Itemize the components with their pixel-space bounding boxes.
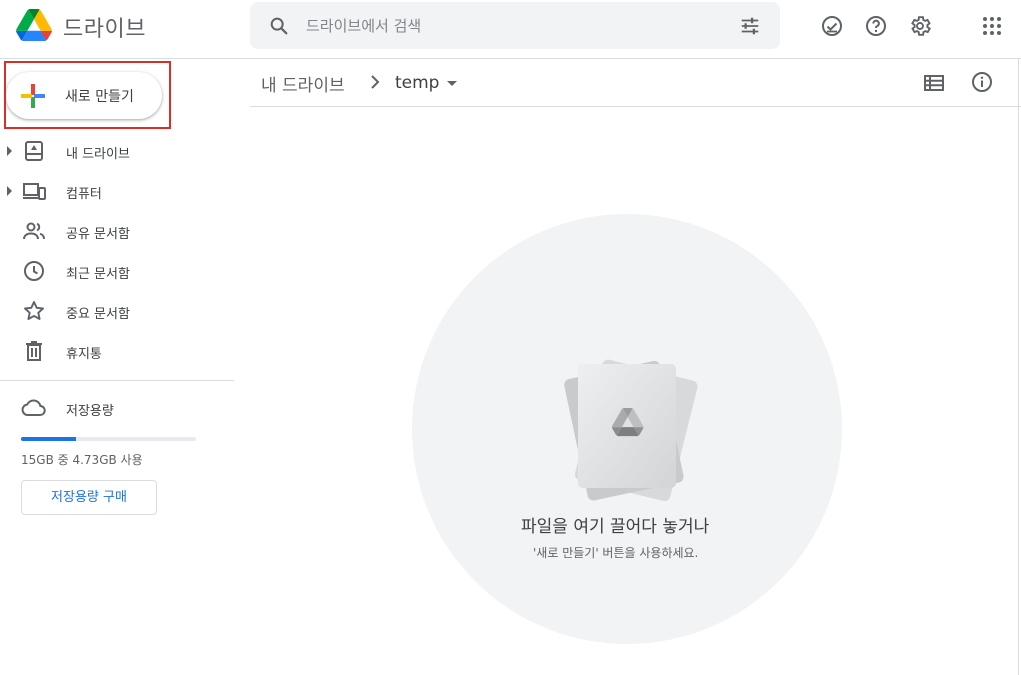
sidebar-divider bbox=[0, 380, 234, 381]
buy-storage-button[interactable]: 저장용량 구매 bbox=[21, 480, 157, 515]
sidebar-item-shared[interactable]: 공유 문서함 bbox=[0, 211, 234, 251]
sidebar-item-label: 중요 문서함 bbox=[66, 307, 130, 322]
list-view-icon[interactable] bbox=[922, 71, 946, 95]
breadcrumb-current[interactable]: temp bbox=[395, 73, 439, 93]
storage-progress-fill bbox=[21, 437, 77, 441]
plus-icon bbox=[21, 84, 45, 108]
tune-icon[interactable] bbox=[739, 15, 761, 37]
empty-state-title: 파일을 여기 끌어다 놓거나 bbox=[521, 517, 710, 537]
sidebar-item-trash[interactable]: 휴지통 bbox=[0, 331, 234, 371]
new-button[interactable]: 새로 만들기 bbox=[6, 72, 162, 119]
search-input[interactable] bbox=[306, 14, 706, 38]
apps-grid-icon[interactable] bbox=[980, 14, 1004, 38]
sidebar-item-label: 휴지통 bbox=[66, 347, 102, 362]
search-icon[interactable] bbox=[268, 15, 290, 37]
storage-usage-text: 15GB 중 4.73GB 사용 bbox=[21, 453, 143, 467]
sidebar-item-label: 내 드라이브 bbox=[66, 147, 130, 162]
offline-ready-icon[interactable] bbox=[820, 14, 844, 38]
sidebar-item-starred[interactable]: 중요 문서함 bbox=[0, 291, 234, 331]
storage-label: 저장용량 bbox=[66, 404, 114, 419]
drive-logo[interactable] bbox=[16, 9, 52, 41]
starred-icon bbox=[24, 301, 44, 320]
sidebar-nav: 내 드라이브 컴퓨터 공유 문서함 최근 문서함 중요 문서함 휴지통 bbox=[0, 131, 234, 371]
cloud-icon bbox=[21, 399, 46, 416]
info-icon[interactable] bbox=[970, 70, 994, 94]
new-button-label: 새로 만들기 bbox=[65, 89, 134, 105]
empty-state-subtitle: '새로 만들기' 버튼을 사용하세요. bbox=[533, 546, 699, 560]
sidebar-item-my-drive[interactable]: 내 드라이브 bbox=[0, 131, 234, 171]
chevron-right-icon bbox=[371, 75, 380, 89]
my-drive-icon bbox=[25, 141, 43, 161]
app-header: 드라이브 bbox=[0, 0, 1021, 59]
empty-folder-illustration bbox=[564, 359, 698, 502]
computers-icon bbox=[23, 183, 46, 200]
storage-progress-bar bbox=[21, 437, 196, 441]
app-title: 드라이브 bbox=[63, 17, 146, 42]
help-icon[interactable] bbox=[864, 14, 888, 38]
chevron-down-icon[interactable] bbox=[447, 81, 457, 86]
settings-icon[interactable] bbox=[908, 14, 932, 38]
trash-icon bbox=[26, 341, 42, 361]
right-panel-divider bbox=[1018, 59, 1019, 675]
recent-icon bbox=[24, 261, 44, 281]
sidebar-item-storage[interactable]: 저장용량 bbox=[0, 392, 234, 424]
sidebar-item-recent[interactable]: 최근 문서함 bbox=[0, 251, 234, 291]
expand-caret-icon[interactable] bbox=[7, 186, 12, 196]
expand-caret-icon[interactable] bbox=[7, 146, 12, 156]
main-toolbar: 내 드라이브 temp bbox=[250, 59, 1021, 107]
shared-icon bbox=[23, 222, 45, 240]
search-bar[interactable] bbox=[250, 2, 780, 49]
sidebar-item-label: 최근 문서함 bbox=[66, 267, 130, 282]
sidebar-item-label: 공유 문서함 bbox=[66, 227, 130, 242]
sidebar-item-computers[interactable]: 컴퓨터 bbox=[0, 171, 234, 211]
breadcrumb-root[interactable]: 내 드라이브 bbox=[261, 71, 345, 96]
sidebar-item-label: 컴퓨터 bbox=[66, 187, 102, 202]
